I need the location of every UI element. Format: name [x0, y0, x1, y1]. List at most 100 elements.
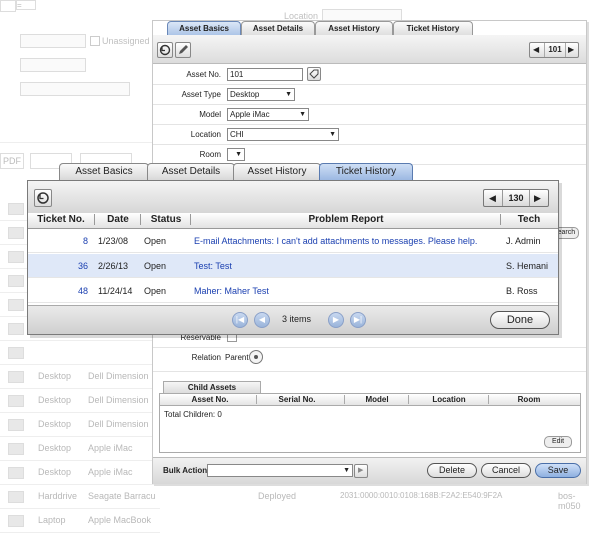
bg-list-row: Desktop Dell Dimension [0, 412, 160, 437]
ticket-status: Open [144, 261, 167, 271]
bg-equals: = [16, 0, 36, 10]
row-icon [8, 203, 24, 215]
location-select[interactable]: CHI ▼ [227, 128, 339, 141]
ticket-problem[interactable]: Maher: Maher Test [194, 286, 269, 296]
asset-pager-prev-icon[interactable]: ◀ [533, 45, 539, 54]
chevron-down-icon: ▼ [299, 111, 306, 118]
ticket-date: 2/26/13 [98, 261, 129, 271]
ticket-history-dialog: Asset Basics Asset Details Asset History… [27, 163, 559, 335]
prev-page-icon[interactable]: ◀ [254, 312, 270, 328]
model-select[interactable]: Apple iMac ▼ [227, 108, 309, 121]
ticket-status: Open [144, 236, 167, 246]
row-icon [8, 515, 24, 527]
col-tech: Tech [500, 214, 557, 225]
bg-list-row: Harddrive Seagate Barracu [0, 484, 160, 509]
dialog-pager-prev-icon[interactable]: ◀ [489, 193, 496, 204]
ticket-problem[interactable]: E-mail Attachments: I can't add attachme… [194, 236, 477, 246]
ticket-no[interactable]: 36 [28, 261, 88, 271]
ticket-no[interactable]: 48 [28, 286, 88, 296]
bg-list-row: Desktop Apple iMac [0, 460, 160, 485]
dialog-tab-basics[interactable]: Asset Basics [59, 163, 149, 180]
location-value: CHI [230, 130, 244, 139]
child-assets-header: Asset No. Serial No. Model Location Room [160, 394, 580, 406]
first-page-icon[interactable]: |◀ [232, 312, 248, 328]
total-children: Total Children: 0 [164, 410, 222, 419]
chevron-down-icon: ▼ [343, 467, 350, 474]
asset-panel-tab-tickets[interactable]: Ticket History [393, 21, 473, 36]
bg-list-row [0, 340, 160, 365]
bg-bottom-host: bos-m050 [558, 491, 581, 511]
child-edit-button[interactable]: Edit [544, 436, 572, 448]
asset-type-select[interactable]: Desktop ▼ [227, 88, 295, 101]
col-ticket-no: Ticket No. [37, 214, 85, 225]
bg-list-row: Desktop Dell Dimension [0, 364, 160, 389]
ticket-row[interactable]: 48 11/24/14 Open Maher: Maher Test B. Ross [28, 279, 558, 303]
col-problem-report: Problem Report [190, 214, 501, 225]
location-label: Location [190, 130, 221, 139]
bulk-action-select[interactable]: ▼ [207, 464, 353, 477]
asset-panel-tab-history[interactable]: Asset History [315, 21, 393, 36]
next-page-icon[interactable]: ▶ [328, 312, 344, 328]
ticket-date: 11/24/14 [98, 286, 133, 296]
cancel-button[interactable]: Cancel [481, 463, 531, 478]
asset-pager-value: 101 [544, 43, 566, 57]
done-button[interactable]: Done [490, 311, 550, 329]
delete-button[interactable]: Delete [427, 463, 477, 478]
relation-picker-button[interactable] [249, 350, 263, 364]
col-status: Status [140, 214, 191, 225]
bg-select [0, 0, 16, 12]
bg-row-type: Desktop [38, 443, 72, 453]
asset-pager-next-icon[interactable]: ▶ [568, 45, 574, 54]
play-icon: ▶ [358, 467, 364, 474]
row-icon [8, 275, 24, 287]
bg-row-model: Dell Dimension [88, 395, 149, 405]
last-page-icon[interactable]: ▶| [350, 312, 366, 328]
ticket-table-header: Ticket No. Date Status Problem Report Te… [28, 213, 558, 229]
chevron-down-icon: ▼ [285, 91, 292, 98]
asset-type-label: Asset Type [181, 90, 221, 99]
dialog-tab-details[interactable]: Asset Details [147, 163, 235, 180]
row-asset-no: Asset No. 101 [153, 64, 586, 85]
pencil-icon [179, 45, 188, 54]
room-select[interactable]: ▼ [227, 148, 245, 161]
asset-no-label: Asset No. [186, 70, 221, 79]
row-icon [8, 395, 24, 407]
dialog-body: ◀ 130 ▶ Ticket No. Date Status Problem R… [27, 180, 559, 335]
dialog-back-button[interactable] [34, 189, 52, 207]
bg-input-2 [20, 58, 86, 72]
relation-label: Relation [191, 353, 221, 362]
bulk-action-label: Bulk Action [163, 466, 208, 475]
bg-input-3 [20, 82, 130, 96]
ticket-tech: B. Ross [506, 286, 538, 296]
row-icon [8, 467, 24, 479]
asset-panel-tab-basics[interactable]: Asset Basics [167, 21, 241, 36]
bg-row-type: Desktop [38, 395, 72, 405]
dialog-tab-history[interactable]: Asset History [233, 163, 321, 180]
ticket-tech: S. Hemani [506, 261, 549, 271]
asset-no-input[interactable]: 101 [227, 68, 303, 81]
ticket-row[interactable]: 8 1/23/08 Open E-mail Attachments: I can't … [28, 229, 558, 253]
asset-panel-action-bar: Bulk Action ▼ ▶ Delete Cancel Save [153, 457, 586, 484]
ticket-row[interactable]: 36 2/26/13 Open Test: Test S. Hemani [28, 254, 558, 278]
row-room: Room ▼ [153, 144, 586, 165]
ticket-no[interactable]: 8 [28, 236, 88, 246]
bg-list-row: Laptop Apple MacBook [0, 508, 160, 533]
asset-type-value: Desktop [230, 90, 260, 99]
relation-value: Parent [225, 353, 249, 362]
asset-panel-tab-details[interactable]: Asset Details [241, 21, 315, 36]
back-button[interactable] [157, 42, 173, 58]
dialog-pager-next-icon[interactable]: ▶ [534, 193, 541, 204]
row-icon [8, 347, 24, 359]
tag-button[interactable] [307, 67, 321, 81]
row-icon [8, 251, 24, 263]
dialog-pager: ◀ 130 ▶ [483, 189, 549, 207]
save-button[interactable]: Save [535, 463, 581, 478]
bg-unassigned-label: Unassigned [102, 36, 150, 46]
ticket-problem[interactable]: Test: Test [194, 261, 232, 271]
row-icon [8, 443, 24, 455]
bulk-action-go-button[interactable]: ▶ [354, 464, 368, 478]
edit-pencil-button[interactable] [175, 42, 191, 58]
bg-row-model: Apple iMac [88, 443, 133, 453]
dialog-tab-tickets[interactable]: Ticket History [319, 163, 413, 180]
child-col-model: Model [344, 395, 409, 404]
